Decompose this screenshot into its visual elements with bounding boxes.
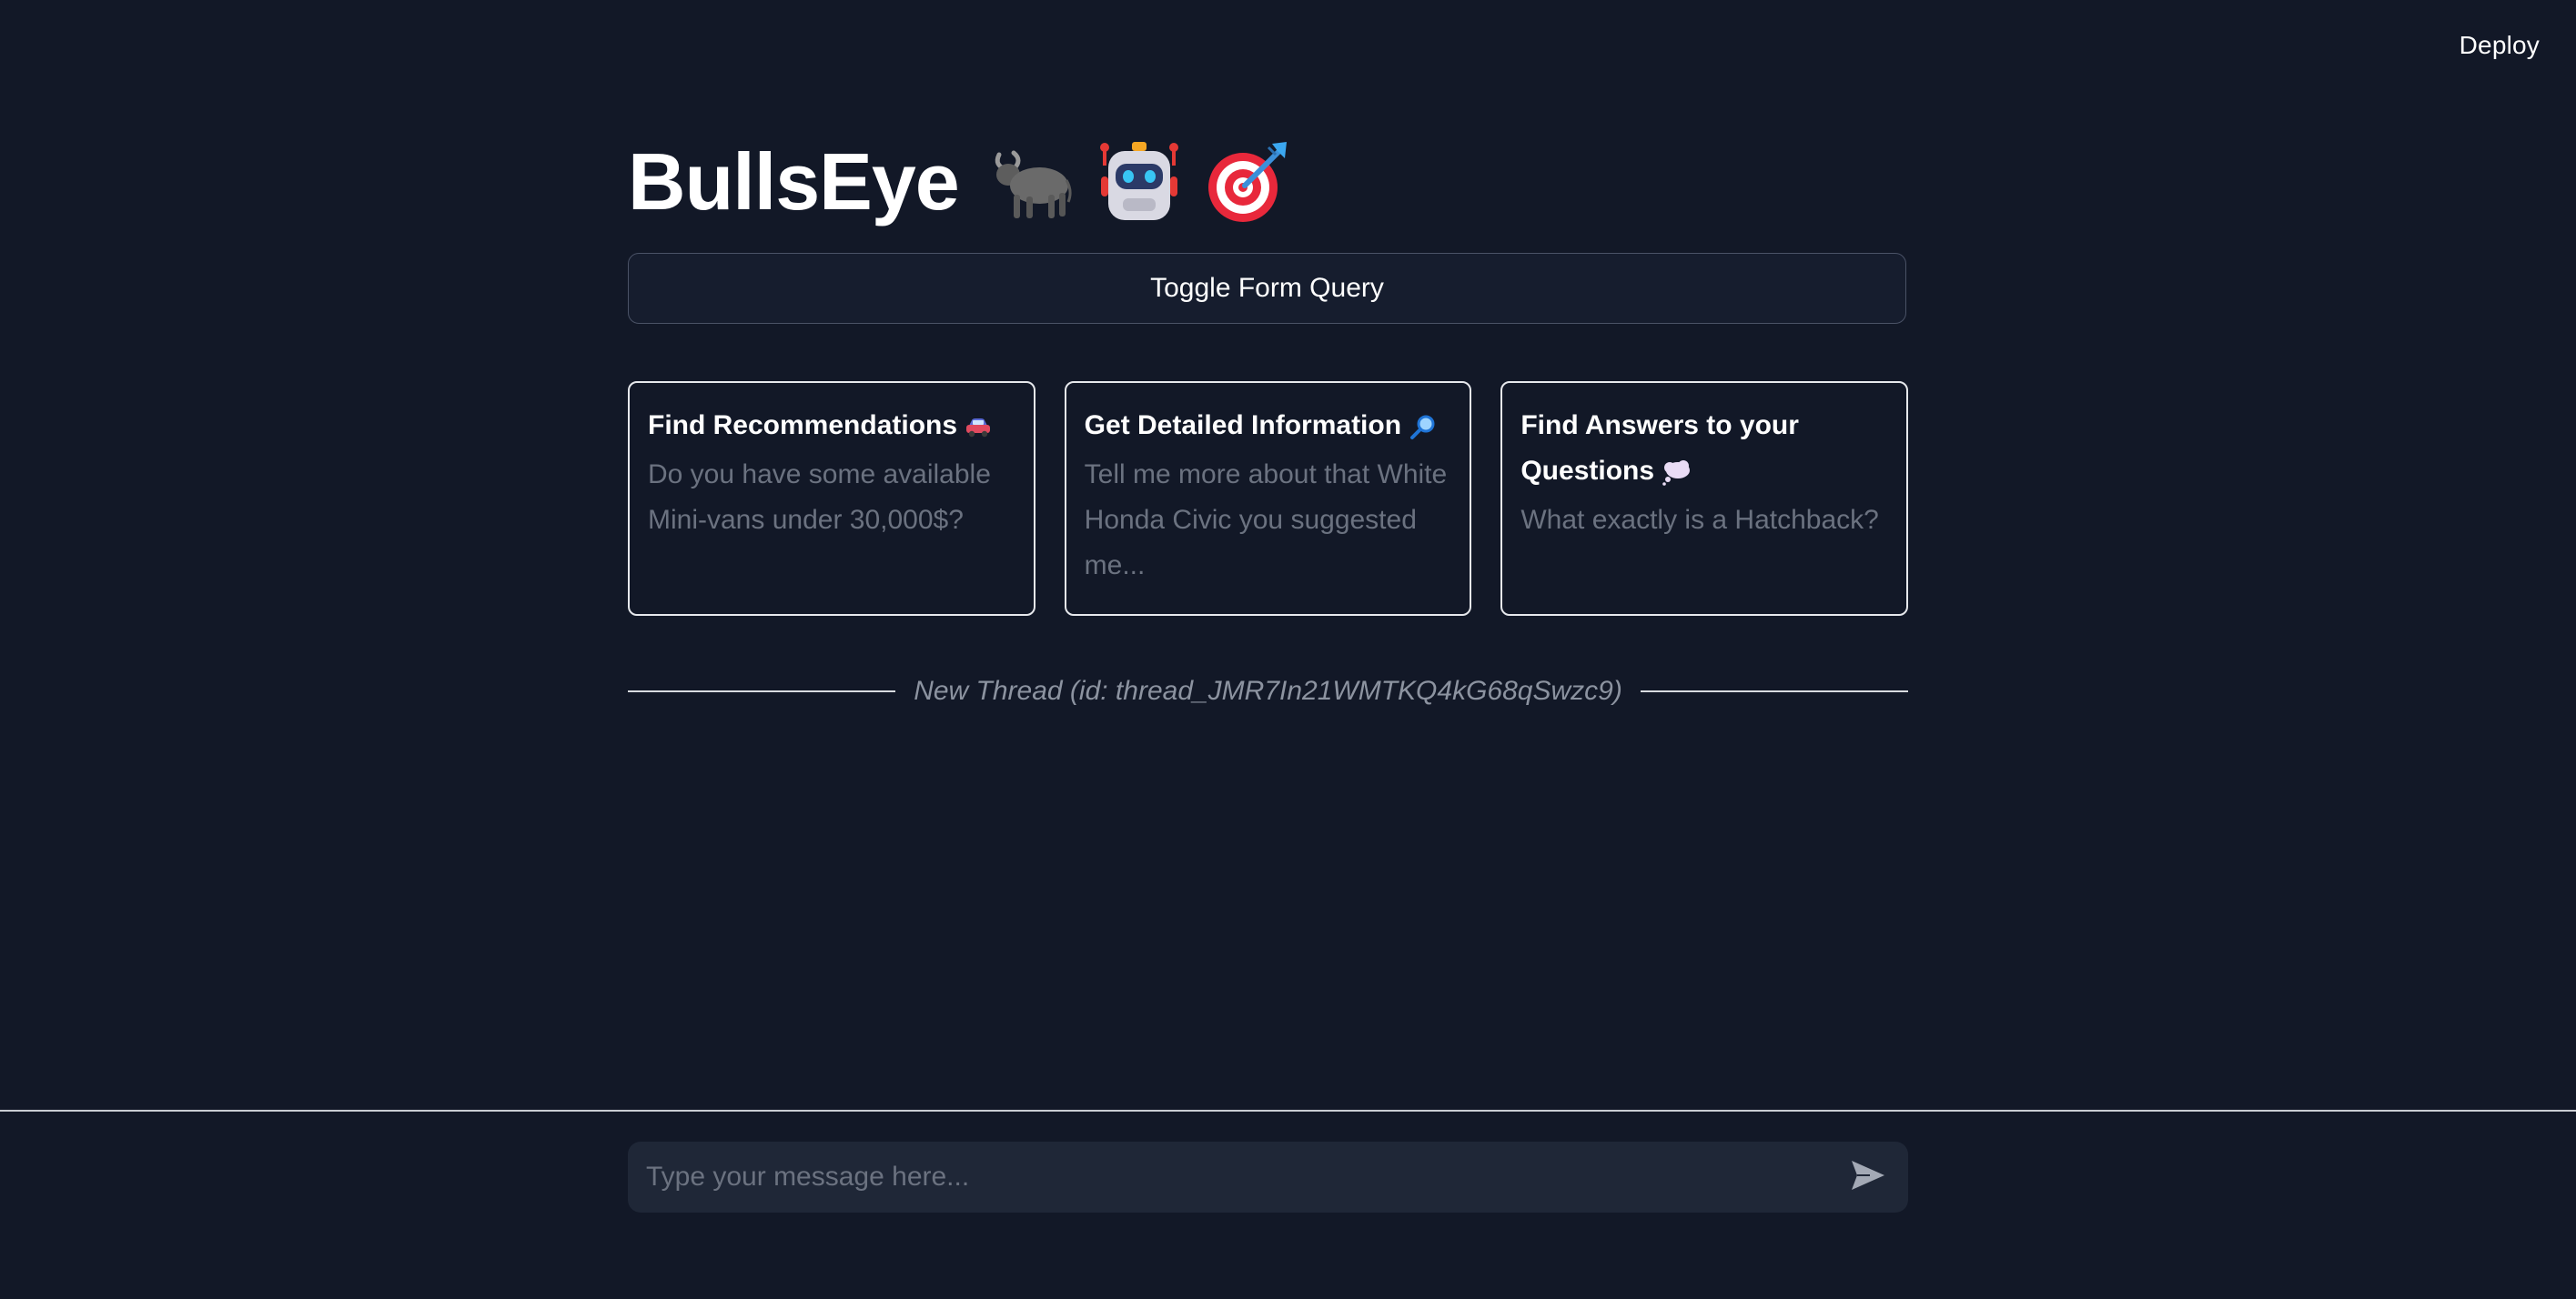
title-icons bbox=[986, 138, 1292, 226]
thread-label: New Thread (id: thread_JMR7In21WMTKQ4kG6… bbox=[914, 676, 1622, 706]
toggle-form-query-button[interactable]: Toggle Form Query bbox=[628, 253, 1906, 324]
card-body: What exactly is a Hatchback? bbox=[1520, 505, 1879, 535]
magnifier-icon bbox=[1409, 414, 1436, 446]
page-title: BullsEye bbox=[628, 136, 960, 227]
chat-message-input[interactable] bbox=[644, 1161, 1846, 1193]
card-find-answers[interactable]: Find Answers to your Questions What exac… bbox=[1500, 381, 1909, 616]
thought-bubble-icon bbox=[1662, 460, 1691, 490]
bullseye-target-icon bbox=[1205, 138, 1292, 226]
card-body: Tell me more about that White Honda Civi… bbox=[1084, 459, 1448, 580]
card-title-row: Find Answers to your Questions bbox=[1520, 403, 1888, 494]
card-body: Do you have some available Mini-vans und… bbox=[648, 459, 991, 535]
app-root: Deploy BullsEye Toggle Form Query Find R… bbox=[0, 0, 2576, 1299]
robot-icon bbox=[1096, 138, 1183, 226]
card-title-row: Get Detailed Information bbox=[1085, 403, 1452, 448]
card-find-recommendations[interactable]: Find Recommendations Do you have some av… bbox=[628, 381, 1035, 616]
footer-divider bbox=[0, 1110, 2576, 1112]
page-title-row: BullsEye bbox=[628, 127, 1292, 237]
chat-input-bar bbox=[628, 1142, 1908, 1213]
deploy-button[interactable]: Deploy bbox=[2460, 31, 2540, 60]
car-icon bbox=[965, 417, 992, 443]
card-title: Get Detailed Information bbox=[1084, 410, 1402, 440]
card-title-row: Find Recommendations bbox=[648, 403, 1015, 448]
bull-icon bbox=[986, 138, 1074, 226]
card-title: Find Answers to your Questions bbox=[1520, 410, 1799, 486]
send-button[interactable] bbox=[1846, 1155, 1890, 1199]
send-icon bbox=[1850, 1159, 1886, 1196]
card-get-detailed-information[interactable]: Get Detailed Information Tell me more ab… bbox=[1064, 381, 1472, 616]
divider-line-right bbox=[1640, 690, 1908, 692]
card-title: Find Recommendations bbox=[648, 410, 958, 440]
divider-line-left bbox=[628, 690, 896, 692]
thread-divider: New Thread (id: thread_JMR7In21WMTKQ4kG6… bbox=[628, 673, 1908, 710]
suggestion-cards: Find Recommendations Do you have some av… bbox=[628, 381, 1909, 616]
